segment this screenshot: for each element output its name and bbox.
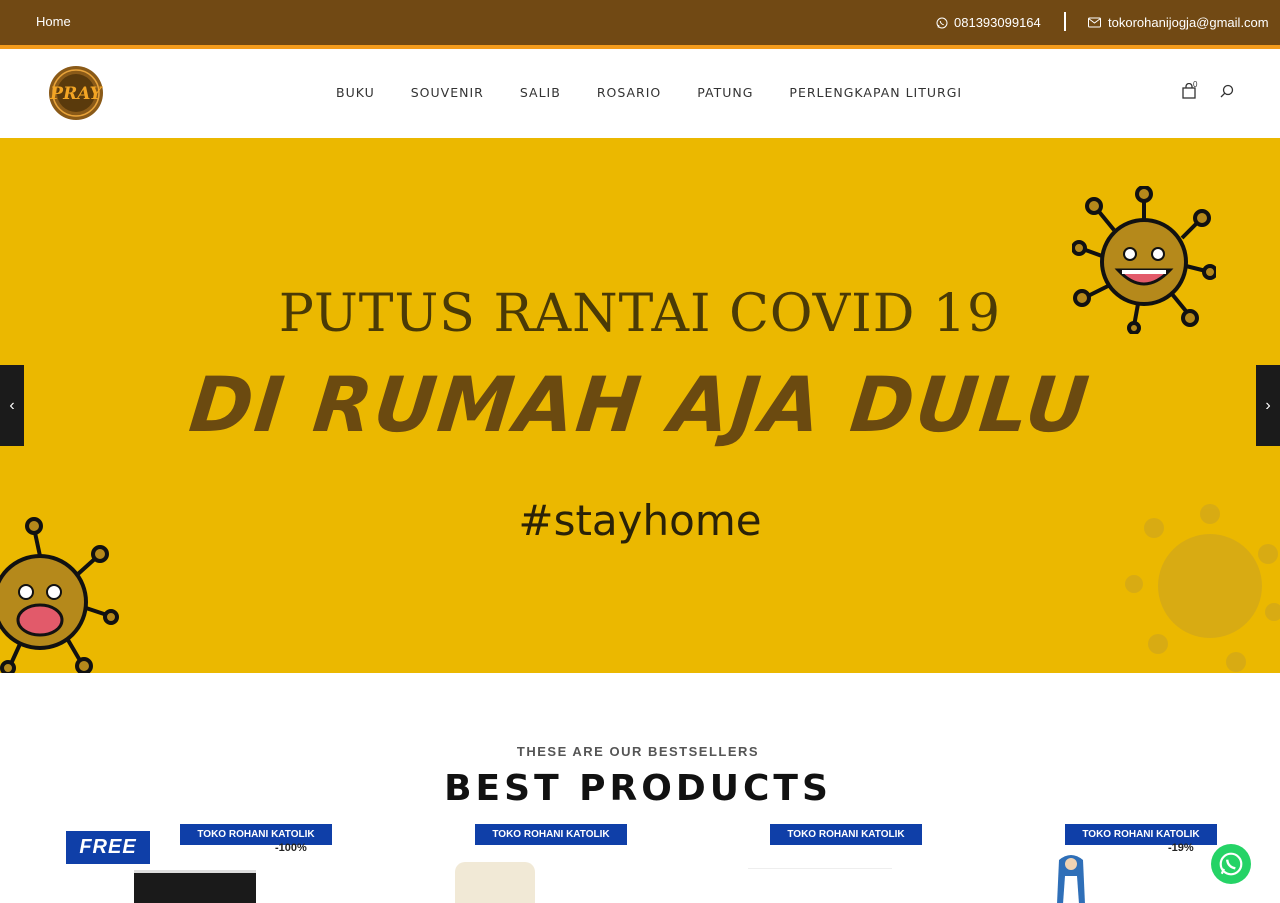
product-card[interactable]: TOKO ROHANI KATOLIK xyxy=(357,824,627,903)
search-icon xyxy=(1220,84,1234,98)
nav-item-patung[interactable]: PATUNG xyxy=(697,85,753,100)
slider-next-button[interactable]: › xyxy=(1256,365,1280,446)
hero-subheading: DI RUMAH AJA DULU xyxy=(185,360,1095,449)
phone-contact[interactable]: 081393099164 xyxy=(936,15,1041,30)
svg-text:PRAY: PRAY xyxy=(49,84,103,104)
nav-item-perlengkapan-liturgi[interactable]: PERLENGKAPAN LITURGI xyxy=(789,85,962,100)
site-logo[interactable]: PRAY xyxy=(46,65,106,121)
product-card[interactable]: TOKO ROHANI KATOLIK xyxy=(652,824,922,903)
free-badge: FREE xyxy=(66,831,150,864)
slider-prev-button[interactable]: ‹ xyxy=(0,365,24,446)
product-image xyxy=(134,870,256,903)
hero-slider: PUTUS RANTAI COVID 19 DI RUMAH AJA DULU … xyxy=(0,138,1280,673)
product-card[interactable]: TOKO ROHANI KATOLIK -19% xyxy=(947,824,1217,903)
product-image xyxy=(1057,855,1085,903)
discount-label: -19% xyxy=(1168,842,1194,854)
search-button[interactable] xyxy=(1220,84,1236,100)
product-image xyxy=(455,862,535,903)
email-contact[interactable]: tokorohanijogja@gmail.com xyxy=(1088,15,1269,30)
hero-heading: PUTUS RANTAI COVID 19 xyxy=(278,284,1002,344)
product-ribbon: TOKO ROHANI KATOLIK xyxy=(1065,824,1217,845)
envelope-icon xyxy=(1088,17,1101,28)
product-ribbon: TOKO ROHANI KATOLIK xyxy=(180,824,332,845)
chevron-right-icon: › xyxy=(1265,396,1271,414)
nav-item-rosario[interactable]: ROSARIO xyxy=(597,85,661,100)
whatsapp-icon xyxy=(1219,852,1243,876)
main-nav: BUKU SOUVENIR SALIB ROSARIO PATUNG PERLE… xyxy=(336,85,962,100)
chevron-left-icon: ‹ xyxy=(9,396,15,414)
product-image xyxy=(748,868,892,903)
section-subtitle: THESE ARE OUR BESTSELLERS xyxy=(516,744,760,759)
cart-count: 0 xyxy=(1193,80,1198,89)
email-address: tokorohanijogja@gmail.com xyxy=(1108,15,1269,30)
phone-number: 081393099164 xyxy=(954,15,1041,30)
nav-item-salib[interactable]: SALIB xyxy=(520,85,561,100)
topbar-divider xyxy=(1064,12,1066,31)
top-bar: Home 081393099164 tokorohanijogja@gmail.… xyxy=(0,0,1280,45)
nav-item-buku[interactable]: BUKU xyxy=(336,85,375,100)
whatsapp-chat-button[interactable] xyxy=(1211,844,1251,884)
section-title: BEST PRODUCTS xyxy=(444,768,832,809)
hero-hashtag: #stayhome xyxy=(518,496,762,545)
home-link[interactable]: Home xyxy=(36,14,71,29)
product-ribbon: TOKO ROHANI KATOLIK xyxy=(475,824,627,845)
nav-item-souvenir[interactable]: SOUVENIR xyxy=(411,85,484,100)
discount-label: -100% xyxy=(275,842,307,854)
main-header: PRAY BUKU SOUVENIR SALIB ROSARIO PATUNG … xyxy=(0,49,1280,138)
whatsapp-icon xyxy=(936,17,948,28)
product-ribbon: TOKO ROHANI KATOLIK xyxy=(770,824,922,845)
